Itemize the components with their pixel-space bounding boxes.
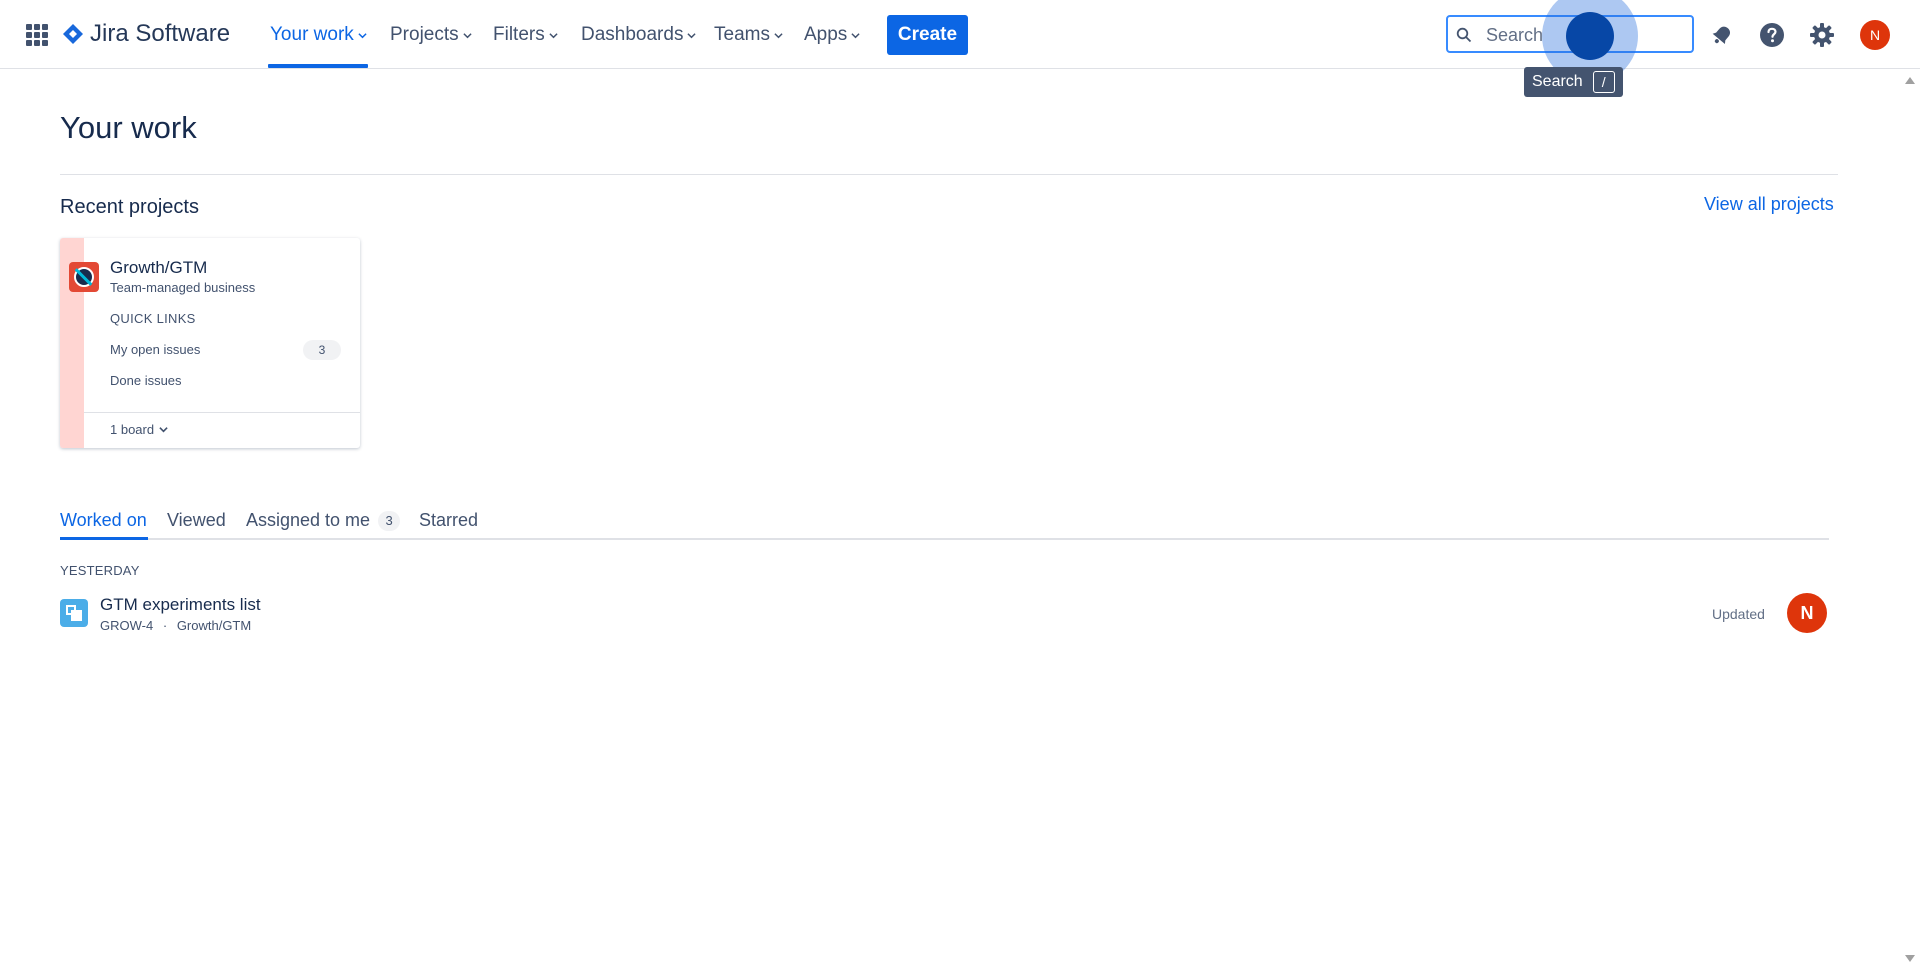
nav-dashboards[interactable]: Dashboards xyxy=(581,24,697,46)
activity-user-avatar: N xyxy=(1787,593,1827,633)
project-type: Team-managed business xyxy=(110,280,256,295)
open-issues-count-badge: 3 xyxy=(303,340,341,360)
help-icon xyxy=(1760,23,1784,47)
my-open-issues-link[interactable]: My open issues xyxy=(110,342,200,357)
tab-assigned-to-me[interactable]: Assigned to me 3 xyxy=(246,510,401,531)
create-button[interactable]: Create xyxy=(887,15,968,55)
notifications-button[interactable] xyxy=(1707,20,1737,50)
chevron-down-icon xyxy=(549,32,558,38)
project-name[interactable]: Growth/GTM xyxy=(110,258,207,278)
tab-worked-on[interactable]: Worked on xyxy=(60,510,147,531)
nav-apps-label: Apps xyxy=(804,24,848,45)
tooltip-label: Search xyxy=(1532,73,1583,90)
nav-your-work-label: Your work xyxy=(270,24,354,45)
help-button[interactable] xyxy=(1757,20,1787,50)
issue-meta: GROW-4 · Growth/GTM xyxy=(100,618,251,633)
nav-apps[interactable]: Apps xyxy=(804,24,860,46)
tab-label: Assigned to me xyxy=(246,510,371,530)
page-title: Your work xyxy=(60,110,197,145)
product-name: Jira Software xyxy=(90,20,231,47)
divider xyxy=(60,174,1838,175)
chevron-down-icon xyxy=(851,32,860,38)
issue-type-icon xyxy=(60,599,88,627)
nav-teams-label: Teams xyxy=(714,24,770,45)
boards-dropdown[interactable]: 1 board xyxy=(110,422,168,437)
issue-project: Growth/GTM xyxy=(176,618,252,633)
user-avatar[interactable]: N xyxy=(1860,20,1890,50)
tab-label: Viewed xyxy=(167,510,226,530)
tab-label: Starred xyxy=(419,510,479,530)
tab-label: Worked on xyxy=(60,510,147,530)
active-tab-indicator xyxy=(60,537,148,540)
date-group-label: YESTERDAY xyxy=(60,563,140,578)
divider xyxy=(84,412,360,413)
recent-projects-heading: Recent projects xyxy=(60,196,199,218)
jira-logo-icon xyxy=(63,24,83,44)
tabs-divider xyxy=(60,538,1829,540)
active-nav-indicator xyxy=(268,64,368,68)
nav-your-work[interactable]: Your work xyxy=(270,24,367,46)
meta-separator: · xyxy=(162,618,168,633)
view-all-projects-link[interactable]: View all projects xyxy=(1704,194,1834,215)
tab-viewed[interactable]: Viewed xyxy=(167,510,226,531)
chevron-down-icon xyxy=(687,32,697,38)
project-avatar-icon xyxy=(69,262,99,292)
nav-filters-label: Filters xyxy=(493,24,545,45)
chevron-down-icon xyxy=(358,32,367,38)
keyboard-shortcut: / xyxy=(1592,71,1615,93)
tab-starred[interactable]: Starred xyxy=(419,510,478,531)
assigned-count-badge: 3 xyxy=(378,510,401,531)
chevron-down-icon xyxy=(774,32,783,38)
notifications-icon xyxy=(1712,26,1731,44)
nav-dashboards-label: Dashboards xyxy=(581,24,684,45)
boards-label: 1 board xyxy=(110,422,155,437)
activity-action: Updated xyxy=(1712,606,1765,622)
issue-key: GROW-4 xyxy=(100,618,154,633)
done-issues-link[interactable]: Done issues xyxy=(110,373,182,388)
nav-projects-label: Projects xyxy=(390,24,459,45)
scroll-down-arrow-icon[interactable] xyxy=(1905,955,1915,962)
settings-button[interactable] xyxy=(1807,20,1837,50)
activity-list-item[interactable]: GTM experiments list GROW-4 · Growth/GTM… xyxy=(60,590,1830,636)
nav-teams[interactable]: Teams xyxy=(714,24,783,46)
project-card[interactable]: Growth/GTM Team-managed business QUICK L… xyxy=(60,238,360,448)
quick-links-heading: QUICK LINKS xyxy=(110,311,196,326)
chevron-down-icon xyxy=(463,32,472,38)
scroll-up-arrow-icon[interactable] xyxy=(1905,77,1915,84)
product-logo[interactable]: Jira Software xyxy=(62,20,230,48)
settings-icon xyxy=(1810,23,1834,47)
issue-title[interactable]: GTM experiments list xyxy=(100,595,261,615)
nav-projects[interactable]: Projects xyxy=(390,24,472,46)
page-scrollbar[interactable] xyxy=(1900,69,1920,970)
search-icon xyxy=(1456,27,1472,43)
nav-filters[interactable]: Filters xyxy=(493,24,558,46)
chevron-down-icon xyxy=(159,427,168,433)
search-tooltip: Search / xyxy=(1524,67,1623,97)
app-switcher-icon[interactable] xyxy=(26,24,48,46)
click-indicator xyxy=(1566,12,1614,60)
